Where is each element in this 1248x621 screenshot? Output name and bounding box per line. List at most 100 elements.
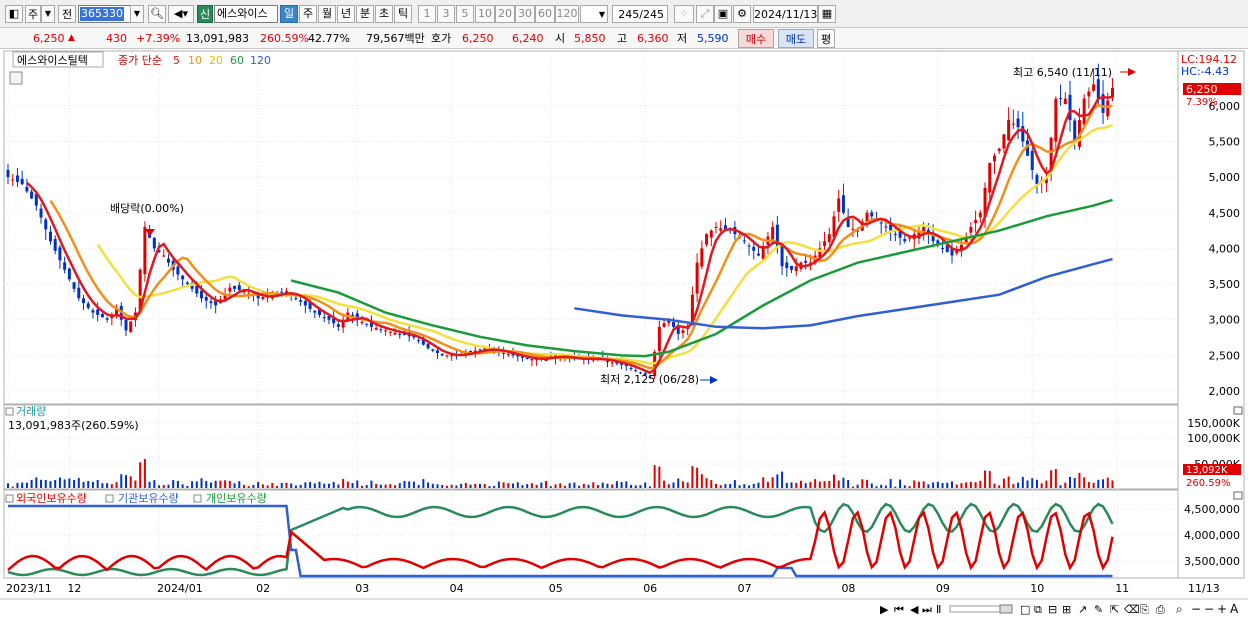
- volume-bar: [134, 480, 137, 488]
- x-tick-label: 06: [643, 582, 657, 595]
- grid-view-icon[interactable]: ⊞: [1062, 603, 1071, 616]
- candle-body: [105, 318, 109, 320]
- speaker-icon[interactable]: ◀▾: [168, 5, 194, 23]
- volume-bar: [158, 485, 161, 488]
- font-size-icon[interactable]: A: [1230, 602, 1239, 616]
- pause-icon[interactable]: Ⅱ: [936, 603, 941, 616]
- candle-body: [233, 285, 237, 289]
- scroll-end-icon[interactable]: ⏭: [922, 603, 932, 616]
- candle-body: [657, 326, 661, 352]
- volume-bar: [899, 479, 902, 488]
- volume-bar: [984, 470, 987, 488]
- zoom-out-icon[interactable]: −: [1191, 602, 1201, 616]
- scroll-left-icon[interactable]: ◀: [910, 603, 919, 616]
- eval-button[interactable]: 평: [817, 29, 835, 48]
- turnover-percent: 42.77%: [308, 32, 350, 45]
- legend-ma-label: 종가 단순: [118, 54, 162, 67]
- candle-body: [695, 262, 699, 294]
- buy-button[interactable]: 매수: [738, 29, 774, 48]
- tab-day[interactable]: 일: [280, 5, 298, 23]
- volume-bar: [1111, 480, 1114, 488]
- calendar-icon[interactable]: ▦: [818, 5, 836, 23]
- candle-body: [1030, 150, 1034, 170]
- candle-body: [1059, 98, 1063, 100]
- draw-icon[interactable]: ✎: [1094, 603, 1103, 616]
- market-button[interactable]: 주: [25, 5, 41, 23]
- candle-body: [426, 343, 430, 349]
- tab-week[interactable]: 주: [299, 5, 317, 23]
- compare-icon[interactable]: ⧉: [1034, 603, 1042, 616]
- scroll-right-icon[interactable]: ▶: [880, 603, 889, 616]
- tab-tick[interactable]: 틱: [394, 5, 412, 23]
- volume-bar: [715, 483, 717, 488]
- volume-bar: [313, 483, 316, 488]
- candle-body: [162, 255, 166, 257]
- search-icon[interactable]: 🔍︎: [148, 5, 166, 23]
- volume-bar: [370, 480, 373, 488]
- x-tick-label: 2023/11: [6, 582, 52, 595]
- scrollbar-thumb[interactable]: [999, 604, 1013, 614]
- volume-bar: [993, 483, 996, 488]
- trade-amount: 79,567백만: [366, 32, 425, 45]
- period-60[interactable]: 60: [535, 5, 555, 23]
- market-dropdown-icon[interactable]: ▼: [41, 5, 55, 23]
- candle-body: [506, 354, 510, 356]
- scroll-start-icon[interactable]: ⏮: [894, 603, 904, 616]
- candle-body: [681, 330, 685, 333]
- gear-icon[interactable]: ⚙: [733, 5, 751, 23]
- date-field[interactable]: 2024/11/13: [753, 5, 818, 23]
- volume-panel-close-icon[interactable]: [1233, 406, 1243, 415]
- period-5[interactable]: 5: [456, 5, 474, 23]
- candle-body: [129, 321, 133, 332]
- stock-name-field[interactable]: 에스와이스: [214, 5, 278, 23]
- zoom-icon[interactable]: ⌕: [1176, 602, 1183, 616]
- measure-icon[interactable]: ⇱: [1110, 603, 1119, 616]
- layout-icon[interactable]: ⊟: [1048, 603, 1057, 616]
- candle-body: [662, 323, 666, 327]
- chart-area[interactable]: 6,0005,5005,0004,5004,0003,5003,0002,500…: [0, 50, 1248, 621]
- volume-bar: [752, 483, 755, 488]
- grid-icon[interactable]: ⁘: [674, 5, 694, 23]
- minus-icon[interactable]: −: [1204, 602, 1214, 616]
- scroll-controls: ▶ ⏮ ◀ ⏭ Ⅱ □ ⧉ ⊟ ⊞ ↗ ✎ ⇱ ⌫ ⎘ ⎙ ⌕ − − + A: [880, 602, 1239, 616]
- volume-bar: [479, 483, 481, 488]
- chart-settings-icon[interactable]: [9, 71, 23, 85]
- volume-bar: [1002, 478, 1005, 488]
- print-icon[interactable]: ⎙: [1156, 603, 1165, 616]
- volume-bar: [932, 482, 935, 488]
- candle-body: [261, 297, 265, 300]
- sell-button[interactable]: 매도: [778, 29, 814, 48]
- period-120[interactable]: 120: [555, 5, 579, 23]
- holding-panel-close-icon[interactable]: [1233, 491, 1243, 500]
- save-icon[interactable]: ▣: [714, 5, 732, 23]
- candle-body: [1096, 79, 1100, 99]
- period-3[interactable]: 3: [437, 5, 455, 23]
- candle-body: [143, 227, 147, 275]
- candle-body: [884, 226, 888, 228]
- tab-second[interactable]: 초: [375, 5, 393, 23]
- tab-year[interactable]: 년: [337, 5, 355, 23]
- candle-body: [785, 262, 789, 269]
- zoom-in-icon[interactable]: +: [1217, 602, 1227, 616]
- window-icon[interactable]: ◧: [5, 5, 23, 23]
- prev-button[interactable]: 전: [58, 5, 76, 23]
- count-field[interactable]: 245/245: [612, 5, 668, 23]
- period-20[interactable]: 20: [495, 5, 515, 23]
- code-dropdown-icon[interactable]: ▼: [130, 5, 144, 23]
- tab-month[interactable]: 월: [318, 5, 336, 23]
- copy-icon[interactable]: ⎘: [1140, 603, 1149, 616]
- period-30[interactable]: 30: [515, 5, 535, 23]
- period-1[interactable]: 1: [418, 5, 436, 23]
- volume-bar: [582, 483, 585, 488]
- period-10[interactable]: 10: [475, 5, 495, 23]
- volume-title: 거래량: [16, 405, 46, 418]
- price-tick-label: 4,000: [1209, 242, 1241, 255]
- period-select[interactable]: ▼: [580, 5, 608, 23]
- zoom-box-icon[interactable]: □: [1020, 603, 1030, 616]
- x-tick-label: 03: [355, 582, 369, 595]
- erase-icon[interactable]: ⌫: [1124, 603, 1140, 616]
- tool-icon[interactable]: ⤢: [696, 5, 714, 23]
- tab-minute[interactable]: 분: [356, 5, 374, 23]
- trend-icon[interactable]: ↗: [1078, 603, 1087, 616]
- low-label: 저: [677, 32, 688, 45]
